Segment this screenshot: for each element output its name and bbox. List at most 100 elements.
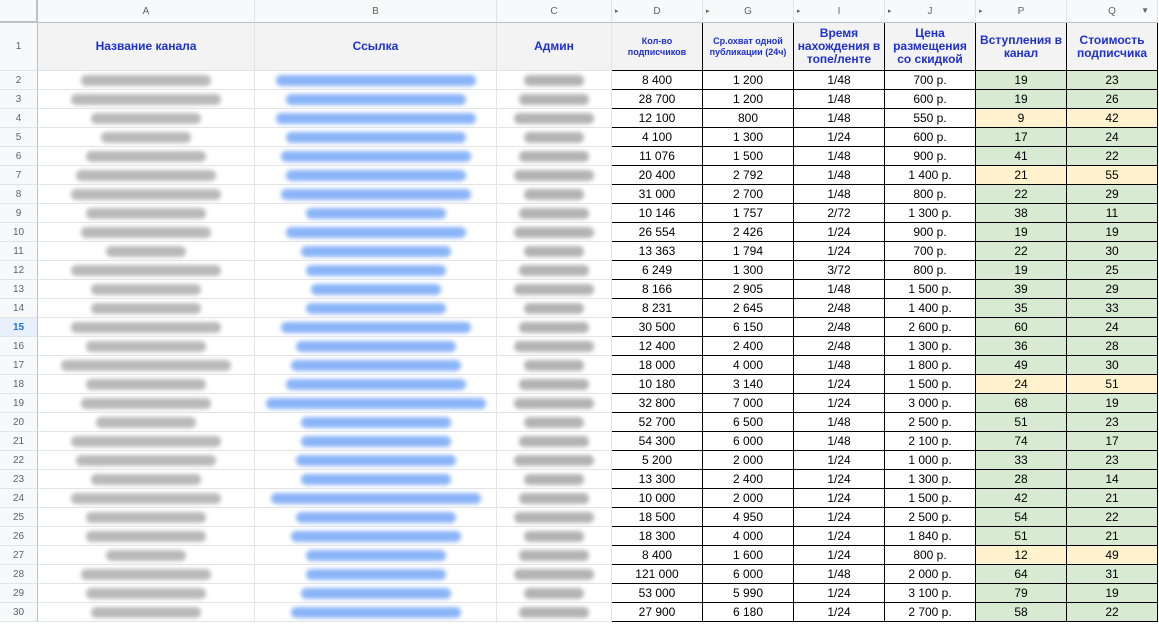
- table-cell-admin[interactable]: [497, 261, 612, 280]
- table-cell-subscribers[interactable]: 12 400: [612, 337, 703, 356]
- table-cell-time[interactable]: 2/48: [794, 337, 885, 356]
- row-header-26[interactable]: 26: [0, 527, 38, 546]
- row-header-22[interactable]: 22: [0, 451, 38, 470]
- table-cell-link[interactable]: [255, 204, 497, 223]
- table-cell-admin[interactable]: [497, 546, 612, 565]
- table-cell-reach[interactable]: 5 990: [703, 584, 794, 603]
- table-cell-time[interactable]: 1/24: [794, 128, 885, 147]
- table-cell-reach[interactable]: 6 000: [703, 565, 794, 584]
- table-cell-time[interactable]: 1/24: [794, 489, 885, 508]
- row-header-11[interactable]: 11: [0, 242, 38, 261]
- table-cell-admin[interactable]: [497, 128, 612, 147]
- row-header-15[interactable]: 15: [0, 318, 38, 337]
- table-cell-cost[interactable]: 24: [1067, 318, 1158, 337]
- header-cell-price[interactable]: Цена размещения со скидкой: [885, 23, 976, 71]
- table-cell-subscribers[interactable]: 20 400: [612, 166, 703, 185]
- table-cell-time[interactable]: 1/48: [794, 109, 885, 128]
- table-cell-link[interactable]: [255, 394, 497, 413]
- table-cell-name[interactable]: [38, 261, 255, 280]
- table-cell-cost[interactable]: 23: [1067, 71, 1158, 90]
- table-cell-time[interactable]: 1/48: [794, 413, 885, 432]
- table-cell-price[interactable]: 3 000 р.: [885, 394, 976, 413]
- table-cell-joins[interactable]: 79: [976, 584, 1067, 603]
- table-cell-cost[interactable]: 23: [1067, 451, 1158, 470]
- table-cell-price[interactable]: 700 р.: [885, 242, 976, 261]
- table-cell-admin[interactable]: [497, 527, 612, 546]
- table-cell-subscribers[interactable]: 8 400: [612, 546, 703, 565]
- expand-arrow-icon[interactable]: ▸: [706, 7, 710, 15]
- table-cell-time[interactable]: 1/24: [794, 242, 885, 261]
- table-cell-link[interactable]: [255, 356, 497, 375]
- table-cell-cost[interactable]: 55: [1067, 166, 1158, 185]
- table-cell-joins[interactable]: 49: [976, 356, 1067, 375]
- header-cell-link[interactable]: Ссылка: [255, 23, 497, 71]
- table-cell-price[interactable]: 1 500 р.: [885, 489, 976, 508]
- column-header-j[interactable]: J ▸: [885, 0, 976, 23]
- table-cell-price[interactable]: 900 р.: [885, 147, 976, 166]
- table-cell-subscribers[interactable]: 10 000: [612, 489, 703, 508]
- table-cell-joins[interactable]: 22: [976, 242, 1067, 261]
- table-cell-price[interactable]: 2 600 р.: [885, 318, 976, 337]
- table-cell-link[interactable]: [255, 299, 497, 318]
- table-cell-reach[interactable]: 2 000: [703, 451, 794, 470]
- table-cell-cost[interactable]: 25: [1067, 261, 1158, 280]
- table-cell-price[interactable]: 2 000 р.: [885, 565, 976, 584]
- table-cell-cost[interactable]: 21: [1067, 527, 1158, 546]
- dropdown-arrow-icon[interactable]: ▼: [1141, 6, 1149, 15]
- table-cell-admin[interactable]: [497, 71, 612, 90]
- table-cell-link[interactable]: [255, 318, 497, 337]
- table-cell-cost[interactable]: 30: [1067, 242, 1158, 261]
- table-cell-subscribers[interactable]: 8 400: [612, 71, 703, 90]
- table-cell-link[interactable]: [255, 128, 497, 147]
- table-cell-link[interactable]: [255, 261, 497, 280]
- table-cell-cost[interactable]: 26: [1067, 90, 1158, 109]
- table-cell-admin[interactable]: [497, 451, 612, 470]
- table-cell-price[interactable]: 600 р.: [885, 128, 976, 147]
- table-cell-subscribers[interactable]: 27 900: [612, 603, 703, 622]
- table-cell-admin[interactable]: [497, 584, 612, 603]
- table-cell-cost[interactable]: 24: [1067, 128, 1158, 147]
- table-cell-subscribers[interactable]: 31 000: [612, 185, 703, 204]
- column-header-q[interactable]: Q ▼: [1067, 0, 1158, 23]
- table-cell-price[interactable]: 2 100 р.: [885, 432, 976, 451]
- table-cell-subscribers[interactable]: 10 180: [612, 375, 703, 394]
- row-header-1[interactable]: 1: [0, 23, 38, 71]
- table-cell-price[interactable]: 1 300 р.: [885, 470, 976, 489]
- table-cell-cost[interactable]: 23: [1067, 413, 1158, 432]
- table-cell-reach[interactable]: 4 000: [703, 527, 794, 546]
- table-cell-admin[interactable]: [497, 565, 612, 584]
- table-cell-price[interactable]: 2 500 р.: [885, 413, 976, 432]
- table-cell-price[interactable]: 1 300 р.: [885, 204, 976, 223]
- table-cell-joins[interactable]: 24: [976, 375, 1067, 394]
- table-cell-reach[interactable]: 7 000: [703, 394, 794, 413]
- row-header-12[interactable]: 12: [0, 261, 38, 280]
- table-cell-name[interactable]: [38, 527, 255, 546]
- column-header-p[interactable]: P ▸: [976, 0, 1067, 23]
- row-header-25[interactable]: 25: [0, 508, 38, 527]
- table-cell-subscribers[interactable]: 12 100: [612, 109, 703, 128]
- table-cell-subscribers[interactable]: 18 500: [612, 508, 703, 527]
- table-cell-price[interactable]: 1 500 р.: [885, 375, 976, 394]
- table-cell-reach[interactable]: 2 000: [703, 489, 794, 508]
- column-header-d[interactable]: D ▸: [612, 0, 703, 23]
- table-cell-subscribers[interactable]: 54 300: [612, 432, 703, 451]
- table-cell-reach[interactable]: 2 400: [703, 337, 794, 356]
- table-cell-joins[interactable]: 28: [976, 470, 1067, 489]
- table-cell-cost[interactable]: 31: [1067, 565, 1158, 584]
- table-cell-time[interactable]: 1/48: [794, 432, 885, 451]
- table-cell-joins[interactable]: 12: [976, 546, 1067, 565]
- table-cell-price[interactable]: 1 500 р.: [885, 280, 976, 299]
- table-cell-cost[interactable]: 22: [1067, 147, 1158, 166]
- table-cell-name[interactable]: [38, 109, 255, 128]
- table-cell-time[interactable]: 1/48: [794, 166, 885, 185]
- table-cell-time[interactable]: 1/48: [794, 565, 885, 584]
- table-cell-subscribers[interactable]: 13 300: [612, 470, 703, 489]
- row-header-23[interactable]: 23: [0, 470, 38, 489]
- table-cell-name[interactable]: [38, 489, 255, 508]
- table-cell-name[interactable]: [38, 299, 255, 318]
- table-cell-subscribers[interactable]: 121 000: [612, 565, 703, 584]
- table-cell-cost[interactable]: 22: [1067, 508, 1158, 527]
- table-cell-time[interactable]: 1/24: [794, 603, 885, 622]
- table-cell-cost[interactable]: 11: [1067, 204, 1158, 223]
- table-cell-reach[interactable]: 2 645: [703, 299, 794, 318]
